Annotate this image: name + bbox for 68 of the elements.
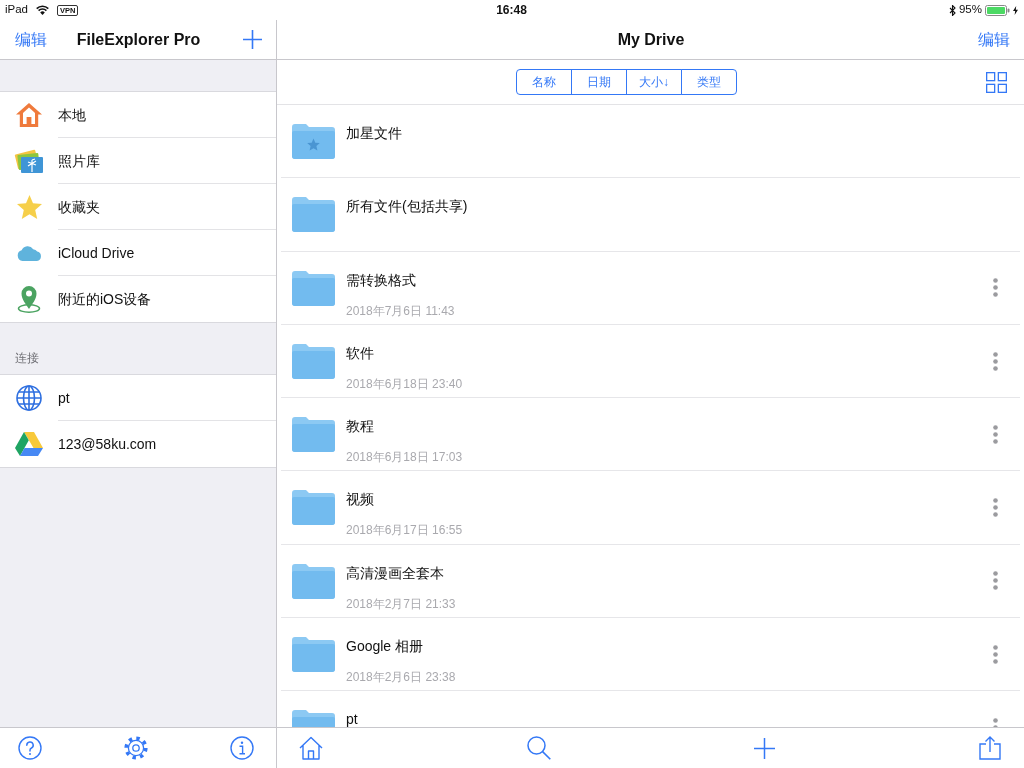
- sort-tab[interactable]: 类型: [681, 69, 737, 95]
- modified-date: 2018年7月6日 11:43: [346, 303, 455, 318]
- more-icon[interactable]: [993, 278, 998, 298]
- star-icon: [16, 195, 42, 219]
- plus-icon[interactable]: [243, 30, 262, 49]
- folder-name: 高清漫画全套本: [346, 565, 444, 580]
- plus-icon[interactable]: [754, 737, 776, 759]
- page-title: My Drive: [617, 29, 685, 50]
- modified-date: 2018年6月18日 23:40: [346, 376, 463, 391]
- edit-link[interactable]: 编辑: [15, 29, 47, 50]
- sidebar-item[interactable]: iCloud Drive: [0, 230, 276, 276]
- upload-icon[interactable]: [978, 736, 1001, 760]
- search-icon[interactable]: [526, 736, 551, 760]
- settings-icon[interactable]: [124, 736, 148, 760]
- device-name: iPad: [5, 2, 29, 18]
- modified-date: 2018年6月17日 16:55: [346, 523, 463, 538]
- sidebar-item[interactable]: 附近的iOS设备: [0, 276, 276, 322]
- folder-name: pt: [346, 712, 358, 727]
- more-icon[interactable]: [993, 351, 998, 371]
- sidebar-item[interactable]: 本地: [0, 92, 276, 138]
- folder-name: 需转换格式: [346, 272, 416, 287]
- folder-name: 加星文件: [346, 126, 402, 140]
- home-icon: [16, 103, 42, 127]
- folder-row[interactable]: 所有文件(包括共享): [281, 178, 1020, 252]
- grid-view-icon[interactable]: [986, 71, 1007, 93]
- sort-tab[interactable]: 日期: [571, 69, 627, 95]
- folder-row[interactable]: 需转换格式 2018年7月6日 11:43: [281, 251, 1020, 325]
- wifi-icon: [36, 5, 50, 15]
- photo-stack-icon: [14, 148, 44, 174]
- more-icon[interactable]: [993, 424, 998, 444]
- folder-row[interactable]: 视频 2018年6月17日 16:55: [281, 471, 1020, 545]
- charging-icon: [1013, 5, 1018, 15]
- app-title: FileExplorer Pro: [76, 29, 201, 50]
- section-header: 连接: [15, 350, 39, 367]
- folder-row[interactable]: 教程 2018年6月18日 17:03: [281, 398, 1020, 472]
- sidebar-item[interactable]: pt: [0, 375, 276, 421]
- sort-tab[interactable]: 名称: [516, 69, 572, 95]
- more-icon[interactable]: [993, 571, 998, 591]
- sort-tab[interactable]: 大小↓: [626, 69, 682, 95]
- folder-row[interactable]: 高清漫画全套本 2018年2月7日 21:33: [281, 544, 1020, 619]
- battery-icon: [985, 4, 1010, 16]
- modified-date: 2018年6月18日 17:03: [346, 450, 463, 465]
- sidebar-item[interactable]: 收藏夹: [0, 184, 276, 230]
- location-pin-icon: [17, 285, 41, 313]
- battery-percentage: 95%: [958, 2, 982, 18]
- cloud-icon: [16, 245, 42, 261]
- bluetooth-icon: [948, 4, 956, 16]
- folder-name: 视频: [346, 492, 374, 507]
- modified-date: 2018年2月6日 23:38: [346, 670, 456, 685]
- clock-time: 16:48: [496, 2, 527, 17]
- modified-date: 2018年2月7日 21:33: [346, 596, 456, 611]
- folder-name: Google 相册: [346, 639, 424, 654]
- folder-row[interactable]: Google 相册 2018年2月6日 23:38: [281, 618, 1020, 692]
- folder-row[interactable]: 软件 2018年6月18日 23:40: [281, 324, 1020, 399]
- more-icon[interactable]: [993, 498, 998, 518]
- folder-name: 软件: [346, 345, 374, 360]
- info-icon[interactable]: [230, 736, 254, 760]
- globe-icon: [16, 385, 42, 411]
- folder-name: 所有文件(包括共享): [346, 199, 468, 214]
- sidebar-item[interactable]: 123@58ku.com: [0, 421, 276, 467]
- help-icon[interactable]: [18, 736, 42, 760]
- home-icon[interactable]: [299, 736, 323, 760]
- more-icon[interactable]: [993, 644, 998, 664]
- folder-name: 教程: [346, 419, 374, 434]
- triangle-logo-icon: [15, 432, 43, 456]
- edit-link[interactable]: 编辑: [978, 29, 1010, 50]
- folder-row[interactable]: 加星文件: [281, 105, 1020, 179]
- sidebar-item[interactable]: 照片库: [0, 138, 276, 184]
